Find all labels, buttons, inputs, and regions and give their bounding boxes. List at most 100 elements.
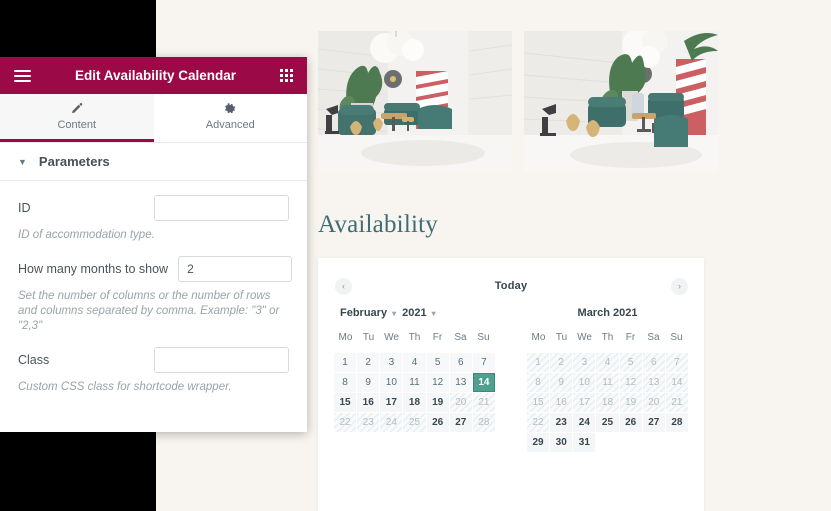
day-grid: 1 2 3 4 5 6 7 8 9 10 11 12 13 14 15 16 17 18 19 20 21 22 23 24 2… — [334, 353, 495, 432]
weekday-label: Fr — [432, 332, 443, 343]
tab-advanced[interactable]: Advanced — [153, 94, 307, 142]
calendar-month-1: February ▾ 2021 ▾ Mo Tu We Th Fr Sa Su 1 2 3 4 5 6 7 8 9 10 1… — [318, 302, 511, 452]
day-cell[interactable]: 24 — [573, 413, 596, 432]
day-cell[interactable]: 23 — [550, 413, 573, 432]
tab-content[interactable]: Content — [0, 94, 154, 142]
apps-grid-icon[interactable] — [280, 69, 293, 82]
gallery-image-2[interactable] — [524, 31, 718, 171]
month-header: March 2021 — [527, 302, 688, 324]
day-cell[interactable]: 12 — [619, 373, 642, 392]
day-cell: 4 — [403, 353, 426, 372]
day-cell: 9 — [357, 373, 380, 392]
day-cell[interactable]: 22 — [527, 413, 550, 432]
tab-advanced-label: Advanced — [205, 119, 255, 131]
hamburger-icon[interactable] — [14, 69, 31, 82]
chevron-down-icon: ▾ — [431, 308, 436, 318]
day-cell[interactable]: 22 — [334, 413, 357, 432]
month-title: March 2021 — [577, 307, 638, 319]
day-cell[interactable]: 16 — [357, 393, 380, 412]
weekday-label: Su — [670, 332, 683, 343]
day-cell[interactable]: 23 — [357, 413, 380, 432]
year-select[interactable]: 2021 ▾ — [402, 307, 436, 319]
day-cell[interactable]: 20 — [449, 393, 472, 412]
today-button[interactable]: Today — [318, 280, 704, 292]
day-cell[interactable]: 15 — [334, 393, 357, 412]
day-cell[interactable]: 6 — [642, 353, 665, 372]
month-name: February — [340, 307, 388, 319]
edit-widget-panel: Edit Availability Calendar Content Advan… — [0, 57, 307, 432]
day-cell[interactable]: 18 — [596, 393, 619, 412]
id-input[interactable] — [154, 195, 289, 221]
day-cell[interactable]: 18 — [403, 393, 426, 412]
day-cell[interactable]: 24 — [380, 413, 403, 432]
day-cell[interactable]: 31 — [573, 433, 596, 452]
day-cell[interactable]: 20 — [642, 393, 665, 412]
day-cell: 11 — [403, 373, 426, 392]
day-cell[interactable]: 15 — [527, 393, 550, 412]
day-cell[interactable]: 8 — [527, 373, 550, 392]
panel-title: Edit Availability Calendar — [74, 68, 237, 83]
chevron-right-icon[interactable]: › — [671, 278, 688, 295]
day-cell[interactable]: 19 — [426, 393, 449, 412]
day-cell[interactable]: 25 — [403, 413, 426, 432]
year-value: 2021 — [402, 307, 427, 319]
day-cell[interactable]: 21 — [472, 393, 495, 412]
day-cell[interactable]: 26 — [426, 413, 449, 432]
day-cell[interactable]: 5 — [619, 353, 642, 372]
day-cell[interactable]: 14 — [665, 373, 688, 392]
weekday-label: Sa — [454, 332, 467, 343]
id-hint: ID of accommodation type. — [18, 229, 155, 241]
months-hint: Set the number of columns or the number … — [18, 290, 280, 332]
day-cell: 8 — [334, 373, 357, 392]
class-label: Class — [18, 353, 50, 367]
month-select[interactable]: February ▾ — [340, 307, 396, 319]
day-cell[interactable]: 7 — [665, 353, 688, 372]
weekday-label: Fr — [625, 332, 636, 343]
day-cell[interactable]: 3 — [573, 353, 596, 372]
chevron-down-icon: ▼ — [18, 156, 27, 167]
day-cell[interactable]: 30 — [550, 433, 573, 452]
day-cell[interactable]: 17 — [380, 393, 403, 412]
gallery-image-1[interactable] — [318, 31, 512, 171]
field-row-class: Class — [18, 347, 289, 373]
day-cell[interactable]: 10 — [573, 373, 596, 392]
day-cell[interactable]: 19 — [619, 393, 642, 412]
day-cell[interactable]: 16 — [550, 393, 573, 412]
month-header: February ▾ 2021 ▾ — [334, 302, 495, 324]
day-cell[interactable]: 28 — [665, 413, 688, 432]
availability-calendar: ‹ Today › February ▾ 2021 ▾ Mo Tu We Th Fr Sa Su 1 2… — [318, 258, 704, 511]
day-cell[interactable]: 11 — [596, 373, 619, 392]
section-parameters-title: Parameters — [38, 154, 110, 169]
day-cell[interactable]: 29 — [527, 433, 550, 452]
panel-header: Edit Availability Calendar — [0, 57, 307, 94]
weekday-label: Sa — [647, 332, 660, 343]
day-cell: 13 — [449, 373, 472, 392]
tab-content-label: Content — [57, 119, 97, 131]
class-hint: Custom CSS class for shortcode wrapper. — [18, 381, 232, 393]
day-cell[interactable]: 14 — [472, 373, 495, 392]
class-input[interactable] — [154, 347, 289, 373]
day-cell[interactable]: 25 — [596, 413, 619, 432]
day-cell[interactable]: 13 — [642, 373, 665, 392]
day-cell: 10 — [380, 373, 403, 392]
day-cell: 7 — [472, 353, 495, 372]
editor-chrome-bottom — [0, 432, 156, 511]
day-cell: 5 — [426, 353, 449, 372]
day-cell[interactable]: 27 — [642, 413, 665, 432]
day-cell[interactable]: 21 — [665, 393, 688, 412]
day-cell[interactable]: 1 — [527, 353, 550, 372]
day-cell[interactable]: 28 — [472, 413, 495, 432]
day-cell: 3 — [380, 353, 403, 372]
day-cell[interactable]: 9 — [550, 373, 573, 392]
weekday-label: Tu — [555, 332, 568, 343]
section-parameters-header[interactable]: ▼ Parameters — [0, 143, 307, 181]
calendar-months: February ▾ 2021 ▾ Mo Tu We Th Fr Sa Su 1 2 3 4 5 6 7 8 9 10 1… — [318, 292, 704, 452]
day-cell[interactable]: 4 — [596, 353, 619, 372]
day-cell[interactable]: 17 — [573, 393, 596, 412]
day-cell[interactable]: 26 — [619, 413, 642, 432]
months-input[interactable] — [178, 256, 293, 282]
day-cell[interactable]: 2 — [550, 353, 573, 372]
day-cell[interactable]: 27 — [449, 413, 472, 432]
calendar-month-2: March 2021 Mo Tu We Th Fr Sa Su 1 2 3 4 5 6 7 8 9 10 11 12 1… — [511, 302, 704, 452]
field-row-months: How many months to show — [18, 256, 293, 282]
